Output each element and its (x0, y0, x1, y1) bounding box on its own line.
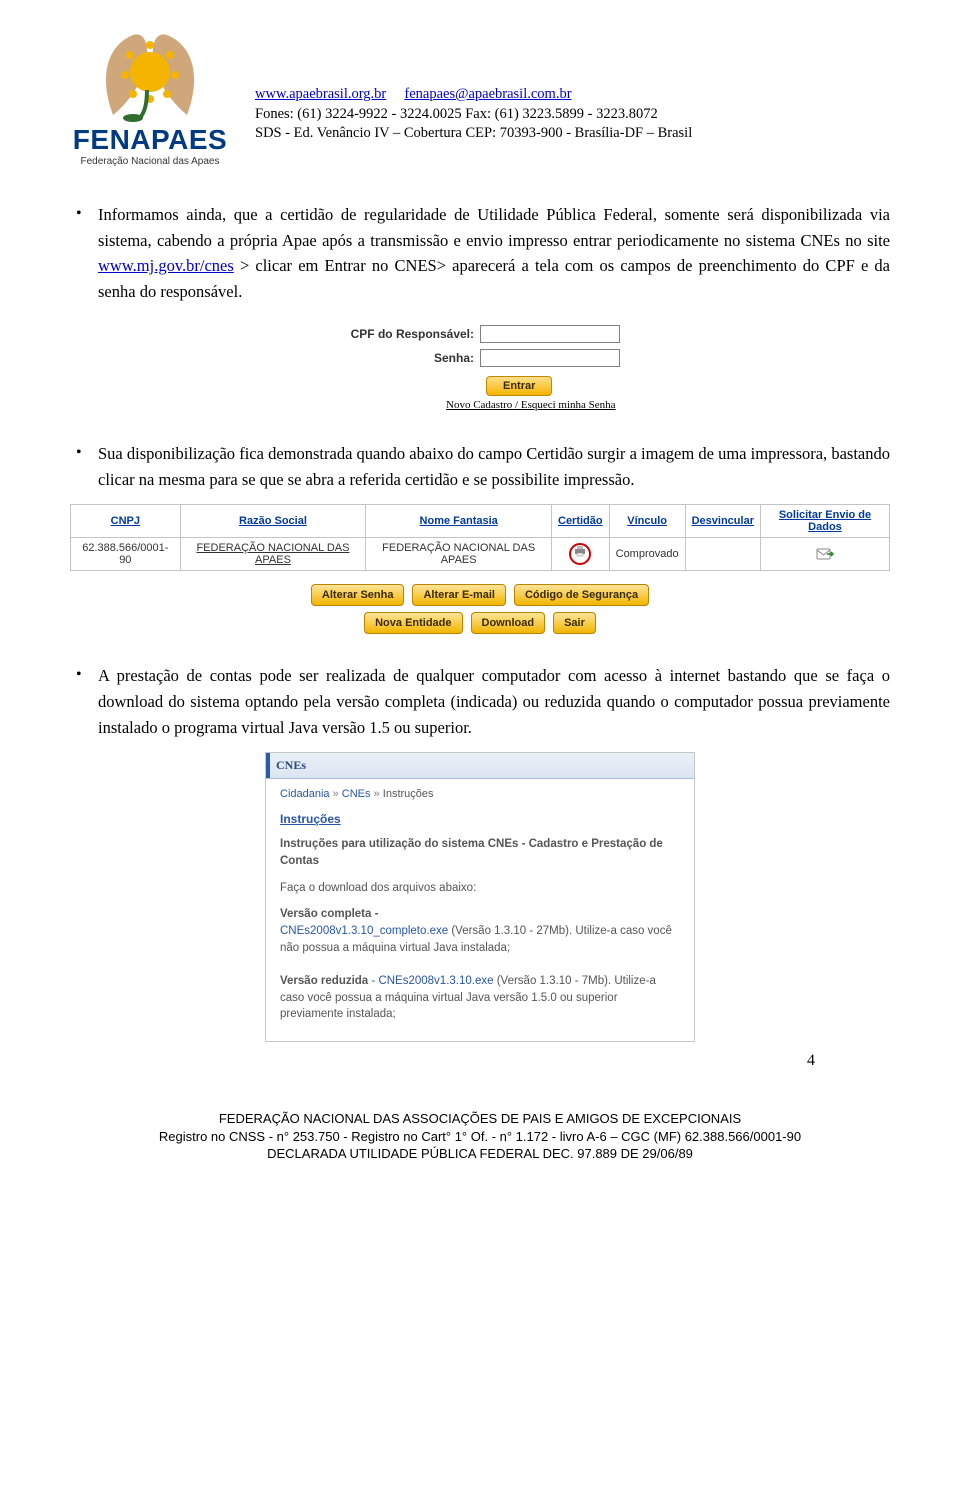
cell-nome: FEDERAÇÃO NACIONAL DAS APAES (366, 538, 552, 571)
cell-razao[interactable]: FEDERAÇÃO NACIONAL DAS APAES (180, 538, 366, 571)
cnes-site-link[interactable]: www.mj.gov.br/cnes (98, 256, 234, 275)
codigo-seguranca-button[interactable]: Código de Segurança (514, 584, 649, 606)
download-reduzida-link[interactable]: - CNEs2008v1.3.10.exe (368, 975, 493, 987)
th-razao[interactable]: Razão Social (180, 505, 366, 538)
bullet-3: A prestação de contas pode ser realizada… (70, 663, 890, 740)
instrucoes-title: Instruções (280, 811, 680, 828)
alterar-senha-button[interactable]: Alterar Senha (311, 584, 405, 606)
cell-certidao[interactable] (552, 538, 610, 571)
download-completo-link[interactable]: CNEs2008v1.3.10_completo.exe (280, 925, 448, 937)
alterar-email-button[interactable]: Alterar E-mail (412, 584, 506, 606)
entrar-button[interactable]: Entrar (486, 376, 552, 396)
th-certidao[interactable]: Certidão (552, 505, 610, 538)
instrucoes-intro: Faça o download dos arquivos abaixo: (280, 880, 680, 897)
th-vinculo[interactable]: Vínculo (609, 505, 685, 538)
th-desvincular[interactable]: Desvincular (685, 505, 760, 538)
cell-vinculo: Comprovado (609, 538, 685, 571)
cell-desvincular (685, 538, 760, 571)
logo-block: FENAPAES Federação Nacional das Apaes (60, 20, 240, 167)
footer-line-3: DECLARADA UTILIDADE PÚBLICA FEDERAL DEC.… (0, 1145, 960, 1163)
th-envio[interactable]: Solicitar Envio de Dados (760, 505, 889, 538)
download-button[interactable]: Download (471, 612, 546, 634)
cell-envio[interactable] (760, 538, 889, 571)
sair-button[interactable]: Sair (553, 612, 596, 634)
th-nome[interactable]: Nome Fantasia (366, 505, 552, 538)
website-link[interactable]: www.apaebrasil.org.br (255, 86, 386, 102)
login-snippet: CPF do Responsável: Senha: Entrar Novo C… (340, 322, 620, 411)
address-line: SDS - Ed. Venâncio IV – Cobertura CEP: 7… (255, 124, 692, 144)
bullet-2: Sua disponibilização fica demonstrada qu… (70, 441, 890, 492)
footer-line-1: FEDERAÇÃO NACIONAL DAS ASSOCIAÇÕES DE PA… (0, 1110, 960, 1128)
senha-label: Senha: (340, 351, 480, 365)
breadcrumb: Cidadania » CNEs » Instruções (280, 787, 680, 803)
footer-line-2: Registro no CNSS - n° 253.750 - Registro… (0, 1128, 960, 1146)
bullet-1: Informamos ainda, que a certidão de regu… (70, 202, 890, 304)
letterhead: FENAPAES Federação Nacional das Apaes ww… (0, 0, 960, 177)
senha-input[interactable] (480, 349, 620, 367)
versao-completa-block: Versão completa - CNEs2008v1.3.10_comple… (280, 906, 680, 956)
nova-entidade-button[interactable]: Nova Entidade (364, 612, 462, 634)
phones-line: Fones: (61) 3224-9922 - 3224.0025 Fax: (… (255, 105, 692, 125)
action-buttons-row: Alterar Senha Alterar E-mail Código de S… (70, 581, 890, 637)
novo-cadastro-link[interactable]: Novo Cadastro (446, 399, 512, 411)
brand-subtitle: Federação Nacional das Apaes (81, 156, 220, 167)
instrucoes-subtitle: Instruções para utilização do sistema CN… (280, 836, 680, 869)
envelope-send-icon[interactable] (816, 548, 834, 560)
email-link[interactable]: fenapaes@apaebrasil.com.br (404, 86, 571, 102)
instrucoes-panel: CNEs Cidadania » CNEs » Instruções Instr… (265, 752, 695, 1042)
breadcrumb-cnes[interactable]: CNEs (342, 788, 371, 800)
footer: FEDERAÇÃO NACIONAL DAS ASSOCIAÇÕES DE PA… (0, 1110, 960, 1163)
esqueci-senha-link[interactable]: Esqueci minha Senha (521, 399, 616, 411)
fenapaes-logo-icon (75, 20, 225, 130)
page-number: 4 (70, 1052, 890, 1070)
table-row: 62.388.566/0001-90 FEDERAÇÃO NACIONAL DA… (71, 538, 890, 571)
brand-name: FENAPAES (73, 124, 227, 156)
panel-header: CNEs (266, 753, 694, 779)
versao-reduzida-block: Versão reduzida - CNEs2008v1.3.10.exe (V… (280, 973, 680, 1023)
printer-icon[interactable] (569, 543, 591, 565)
entity-table: CNPJ Razão Social Nome Fantasia Certidão… (70, 504, 890, 571)
cpf-label: CPF do Responsável: (340, 327, 480, 341)
contact-info: www.apaebrasil.org.br fenapaes@apaebrasi… (255, 20, 692, 167)
table-header-row: CNPJ Razão Social Nome Fantasia Certidão… (71, 505, 890, 538)
cell-cnpj: 62.388.566/0001-90 (71, 538, 181, 571)
th-cnpj[interactable]: CNPJ (71, 505, 181, 538)
cpf-input[interactable] (480, 325, 620, 343)
breadcrumb-cidadania[interactable]: Cidadania (280, 788, 330, 800)
